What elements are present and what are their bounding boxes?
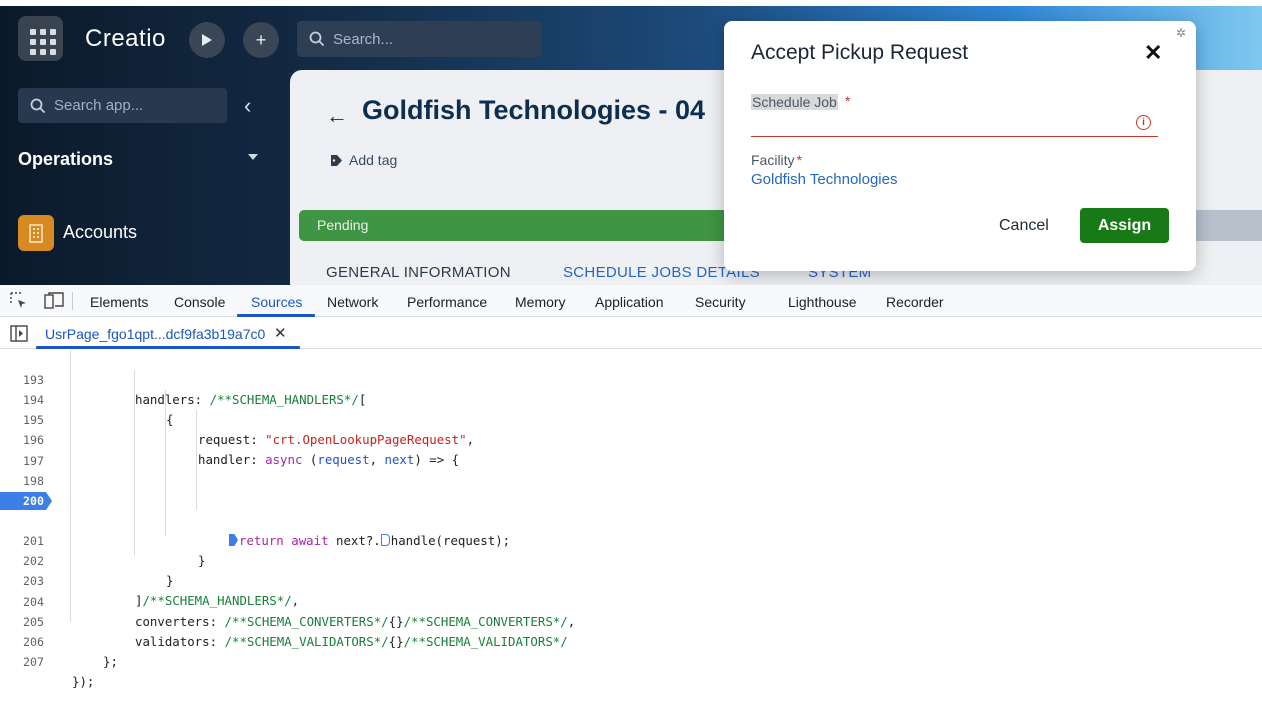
devtools-panel: Elements Console Sources Network Perform… — [0, 285, 1262, 689]
required-marker: * — [845, 93, 851, 109]
tab-memory[interactable]: Memory — [515, 294, 566, 310]
tab-application[interactable]: Application — [595, 294, 664, 310]
workspace-selector[interactable]: Operations — [18, 149, 113, 170]
accounts-building-icon[interactable] — [18, 215, 54, 251]
active-file-indicator — [36, 346, 300, 349]
facility-field[interactable]: Goldfish Technologies — [751, 171, 897, 188]
code-line: 207 }); — [0, 632, 1262, 689]
facility-label: Facility * — [751, 152, 802, 168]
code-line: 194 { — [0, 370, 1262, 427]
back-arrow-icon[interactable]: ← — [326, 103, 348, 129]
collapse-sidebar-icon[interactable]: ‹ — [244, 93, 251, 119]
cancel-button[interactable]: Cancel — [999, 217, 1049, 235]
sidebar-search-placeholder: Search app... — [54, 97, 144, 114]
app-menu-icon[interactable] — [18, 16, 63, 61]
creatio-logo: Creatio — [85, 25, 166, 52]
search-icon — [309, 31, 325, 47]
code-line: 199 — [0, 471, 1262, 508]
accept-pickup-dialog: ✲ Accept Pickup Request ✕ Schedule Job *… — [724, 21, 1196, 271]
toggle-navigator-icon[interactable] — [10, 325, 28, 347]
code-editor[interactable]: 193 handlers: /**SCHEMA_HANDLERS*/[ 194 … — [0, 350, 1262, 689]
tab-recorder[interactable]: Recorder — [886, 294, 944, 310]
code-line: 201 } — [0, 511, 1262, 568]
schedule-job-field[interactable] — [751, 136, 1158, 137]
tab-lighthouse[interactable]: Lighthouse — [788, 294, 857, 310]
top-border — [0, 0, 1262, 6]
global-search-input[interactable]: Search... — [297, 21, 542, 57]
sidebar-search-input[interactable]: Search app... — [18, 88, 227, 123]
sidebar-item-accounts[interactable]: Accounts — [63, 222, 137, 243]
record-title: Goldfish Technologies - 04 — [362, 95, 706, 125]
add-tag-button[interactable]: Add tag — [330, 152, 397, 168]
code-text: }; — [103, 653, 118, 669]
add-tag-label: Add tag — [349, 152, 398, 168]
toolbar-divider — [72, 292, 73, 310]
plus-icon: + — [255, 29, 267, 50]
warning-icon: i — [1136, 115, 1151, 130]
code-line: 198 — [0, 451, 1262, 488]
code-line: 204 converters: /**SCHEMA_CONVERTERS*/{}… — [0, 572, 1262, 629]
code-text: }); — [72, 673, 95, 689]
code-line: 206 }; — [0, 612, 1262, 669]
code-line: 196 handler: async (request, next) => { — [0, 410, 1262, 467]
code-line: 193 handlers: /**SCHEMA_HANDLERS*/[ — [0, 350, 1262, 407]
editor-file-tabs: UsrPage_fgo1qpt...dcf9fa3b19a7c0 ✕ — [0, 317, 1262, 349]
tab-sources[interactable]: Sources — [251, 294, 302, 310]
schedule-job-label: Schedule Job — [751, 94, 838, 110]
code-line: 205 validators: /**SCHEMA_VALIDATORS*/{}… — [0, 592, 1262, 649]
code-line: 195 request: "crt.OpenLookupPageRequest"… — [0, 390, 1262, 447]
breakpoint-marker[interactable]: 200 — [0, 491, 52, 510]
tab-general-information[interactable]: GENERAL INFORMATION — [326, 264, 511, 281]
facility-label-text: Facility — [751, 152, 795, 168]
code-line: 202 } — [0, 531, 1262, 588]
stage-pending[interactable]: Pending — [299, 210, 739, 241]
line-number[interactable]: 207 — [0, 652, 52, 672]
play-icon — [202, 34, 212, 46]
required-marker: * — [796, 152, 803, 168]
close-icon[interactable]: ✕ — [274, 324, 287, 342]
tab-console[interactable]: Console — [174, 294, 225, 310]
code-line-breakpoint: 200 return await next?. handle(request); — [0, 491, 1262, 548]
device-toolbar-icon[interactable] — [44, 292, 64, 315]
search-icon — [30, 98, 46, 113]
search-placeholder: Search... — [333, 30, 394, 48]
dialog-title: Accept Pickup Request — [751, 41, 969, 64]
chevron-down-icon[interactable] — [248, 154, 258, 160]
code-line: 197 — [0, 431, 1262, 468]
creatio-app: Creatio + Search... Search app... ‹ Oper… — [0, 0, 1262, 285]
run-process-button[interactable] — [189, 22, 225, 58]
add-button[interactable]: + — [243, 22, 279, 58]
tab-elements[interactable]: Elements — [90, 294, 148, 310]
inspect-element-icon[interactable] — [10, 292, 28, 315]
code-line: 203 ]/**SCHEMA_HANDLERS*/, — [0, 551, 1262, 608]
close-icon[interactable]: ✕ — [1144, 40, 1162, 66]
tag-icon — [331, 154, 342, 166]
file-tab-usrpage[interactable]: UsrPage_fgo1qpt...dcf9fa3b19a7c0 — [45, 326, 265, 342]
tab-network[interactable]: Network — [327, 294, 378, 310]
tab-performance[interactable]: Performance — [407, 294, 487, 310]
assign-button[interactable]: Assign — [1080, 208, 1169, 243]
tab-security[interactable]: Security — [695, 294, 746, 310]
gear-icon[interactable]: ✲ — [1176, 26, 1186, 40]
devtools-tabbar: Elements Console Sources Network Perform… — [0, 285, 1262, 317]
